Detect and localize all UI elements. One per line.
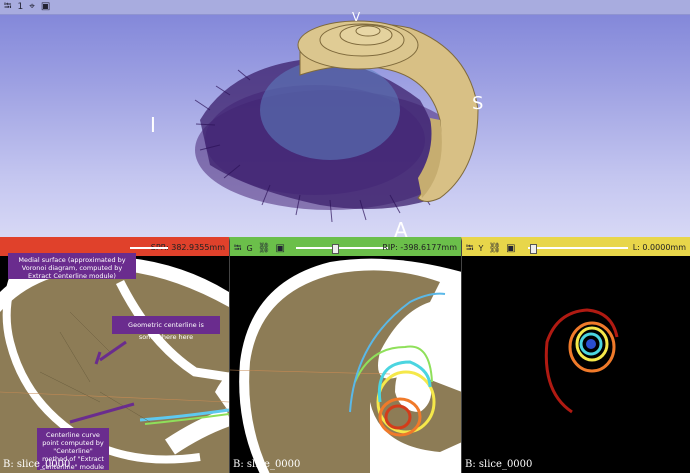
yellow-bottom-label: B: slice_0000 xyxy=(465,459,533,470)
green-bottom-label: B: slice_0000 xyxy=(233,459,301,470)
green-offset-readout: RIP: -398.6177mm xyxy=(382,243,457,252)
yellow-offset-slider[interactable] xyxy=(528,247,628,249)
green-slice-image xyxy=(230,258,461,473)
orientation-label-superior: S xyxy=(472,93,484,114)
geometric-centerline-callout: Geometric centerline is somewhere here xyxy=(112,316,220,341)
orientation-label-top: V xyxy=(352,10,361,24)
green-offset-slider[interactable] xyxy=(296,247,388,249)
3d-view[interactable]: ⭾ 1 ⌖ ▣ I S A V xyxy=(0,0,690,237)
red-slice-image xyxy=(0,256,229,473)
shell-3d-render xyxy=(194,20,479,223)
yellow-slice-view[interactable]: ⭾ Y ⛓ ▣ L: 0.0000mm B: slice_0000 xyxy=(461,237,690,473)
green-slice-view[interactable]: ⭾ G ⛓ ▣ RIP: -398.6177mm B: slice_0000 xyxy=(229,237,461,473)
orientation-label-inferior: I xyxy=(150,113,156,137)
red-slice-view[interactable]: SPR: 382.9355mm Medial surface (approxim… xyxy=(0,237,229,473)
red-offset-slider[interactable] xyxy=(130,247,168,249)
orientation-label-anterior: A xyxy=(394,218,408,237)
red-bottom-label: B: slice_0000 xyxy=(3,459,71,470)
yellow-offset-readout: L: 0.0000mm xyxy=(632,243,686,252)
yellow-slice-image xyxy=(544,308,619,414)
medial-surface-callout: Medial surface (approximated by Voronoi … xyxy=(8,253,136,280)
